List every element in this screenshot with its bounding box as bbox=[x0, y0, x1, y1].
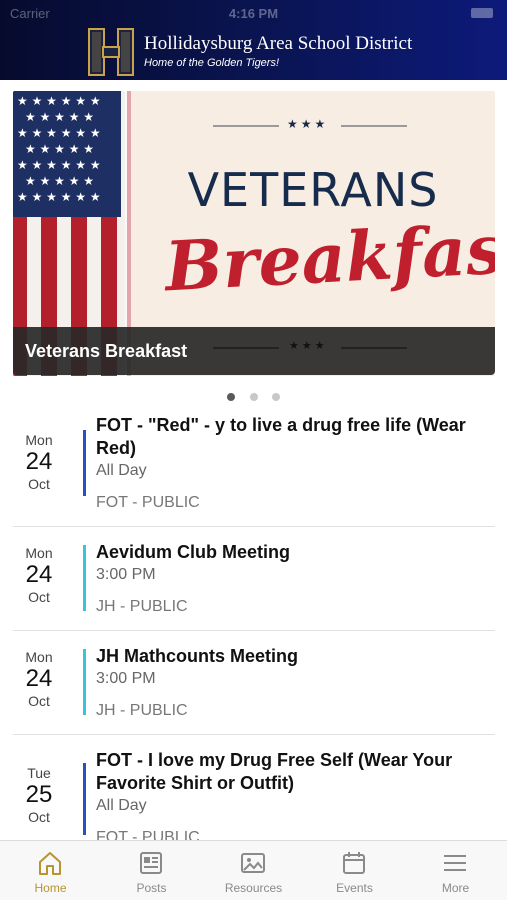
event-date: Mon 24 Oct bbox=[13, 649, 65, 709]
tab-home-label: Home bbox=[34, 881, 67, 895]
posts-icon bbox=[140, 852, 162, 874]
event-row[interactable]: Mon 24 Oct JH Mathcounts Meeting 3:00 PM… bbox=[13, 631, 495, 735]
school-logo bbox=[88, 28, 134, 76]
svg-text:★ ★ ★ ★ ★ ★: ★ ★ ★ ★ ★ ★ bbox=[17, 190, 101, 204]
event-weekday: Mon bbox=[25, 432, 53, 448]
event-row[interactable]: Mon 24 Oct FOT - "Red" - y to live a dru… bbox=[13, 404, 495, 527]
svg-text:★ ★ ★ ★ ★: ★ ★ ★ ★ ★ bbox=[25, 110, 94, 124]
calendar-color-bar bbox=[83, 430, 86, 496]
status-bar: Carrier 4:16 PM bbox=[0, 0, 507, 26]
event-time: All Day bbox=[96, 797, 147, 814]
event-title: FOT - I love my Drug Free Self (Wear You… bbox=[96, 750, 453, 793]
svg-text:★ ★ ★ ★ ★ ★: ★ ★ ★ ★ ★ ★ bbox=[17, 126, 101, 140]
event-calendar: JH - PUBLIC bbox=[96, 702, 188, 719]
more-icon bbox=[444, 855, 466, 871]
event-weekday: Tue bbox=[27, 765, 51, 781]
home-icon bbox=[39, 852, 61, 875]
tab-home[interactable]: Home bbox=[0, 841, 101, 900]
event-title: Aevidum Club Meeting bbox=[96, 542, 291, 562]
event-weekday: Mon bbox=[25, 545, 53, 561]
event-weekday: Mon bbox=[25, 649, 53, 665]
event-date: Mon 24 Oct bbox=[13, 432, 65, 492]
event-month: Oct bbox=[28, 589, 50, 605]
carousel-dot-2[interactable] bbox=[249, 393, 258, 401]
event-row[interactable]: Mon 24 Oct Aevidum Club Meeting 3:00 PM … bbox=[13, 527, 495, 631]
bottom-tab-bar: Home Posts Resources Events More bbox=[0, 840, 507, 900]
banner-heading: VETERANS bbox=[187, 163, 439, 217]
svg-text:★ ★ ★ ★ ★ ★: ★ ★ ★ ★ ★ ★ bbox=[17, 94, 101, 108]
calendar-color-bar bbox=[83, 649, 86, 715]
status-time: 4:16 PM bbox=[228, 6, 279, 21]
event-day: 24 bbox=[25, 665, 53, 692]
app-header: Carrier 4:16 PM Hollidaysburg Area Schoo… bbox=[0, 0, 507, 80]
resources-icon bbox=[241, 853, 265, 873]
banner-script-heading: Breakfast bbox=[163, 208, 495, 308]
caption-decorative-stars: ★★★ bbox=[289, 340, 328, 352]
tab-posts[interactable]: Posts bbox=[101, 841, 202, 900]
tab-resources[interactable]: Resources bbox=[203, 841, 304, 900]
battery-icon bbox=[471, 8, 493, 18]
event-time: 3:00 PM bbox=[96, 566, 156, 583]
event-day: 24 bbox=[25, 448, 53, 475]
events-icon bbox=[343, 852, 365, 874]
event-month: Oct bbox=[28, 693, 50, 709]
event-title: JH Mathcounts Meeting bbox=[96, 646, 299, 666]
featured-banner[interactable]: ★ ★ ★ ★ ★ ★ ★ ★ ★ ★ ★ ★ ★ ★ ★ ★ ★ ★ ★ ★ … bbox=[13, 91, 495, 376]
tab-more[interactable]: More bbox=[405, 841, 506, 900]
event-month: Oct bbox=[28, 476, 50, 492]
district-tagline: Home of the Golden Tigers! bbox=[144, 57, 280, 69]
event-calendar: JH - PUBLIC bbox=[96, 598, 188, 615]
event-day: 25 bbox=[25, 781, 53, 808]
event-day: 24 bbox=[25, 561, 53, 588]
svg-text:★ ★ ★ ★ ★: ★ ★ ★ ★ ★ bbox=[25, 142, 94, 156]
event-date: Mon 24 Oct bbox=[13, 545, 65, 605]
tab-more-label: More bbox=[441, 881, 470, 895]
carousel-dot-1[interactable] bbox=[227, 393, 236, 401]
svg-text:★ ★ ★ ★ ★: ★ ★ ★ ★ ★ bbox=[25, 174, 94, 188]
event-time: 3:00 PM bbox=[96, 670, 156, 687]
event-row[interactable]: Tue 25 Oct FOT - I love my Drug Free Sel… bbox=[13, 735, 495, 840]
event-calendar: FOT - PUBLIC bbox=[96, 494, 200, 511]
decorative-line-left bbox=[213, 125, 279, 127]
banner-caption: Veterans Breakfast bbox=[25, 341, 188, 361]
tab-resources-label: Resources bbox=[224, 881, 283, 895]
tab-events-label: Events bbox=[336, 881, 373, 895]
event-title: FOT - "Red" - y to live a drug free life… bbox=[96, 415, 466, 458]
event-calendar: FOT - PUBLIC bbox=[96, 829, 200, 840]
carousel-dot-3[interactable] bbox=[271, 393, 280, 401]
svg-text:★ ★ ★ ★ ★ ★: ★ ★ ★ ★ ★ ★ bbox=[17, 158, 101, 172]
event-time: All Day bbox=[96, 462, 147, 479]
calendar-color-bar bbox=[83, 763, 86, 835]
tab-events[interactable]: Events bbox=[304, 841, 405, 900]
carousel-dots[interactable] bbox=[0, 388, 507, 401]
decorative-stars: ★★★ bbox=[287, 117, 329, 131]
caption-decorative-line-left bbox=[213, 347, 279, 349]
district-title: Hollidaysburg Area School District bbox=[144, 33, 413, 54]
event-month: Oct bbox=[28, 809, 50, 825]
decorative-line-right bbox=[341, 125, 407, 127]
calendar-color-bar bbox=[83, 545, 86, 611]
tab-posts-label: Posts bbox=[136, 881, 167, 895]
event-date: Tue 25 Oct bbox=[13, 765, 65, 825]
caption-decorative-line-right bbox=[341, 347, 407, 349]
events-list[interactable]: Mon 24 Oct FOT - "Red" - y to live a dru… bbox=[0, 404, 507, 840]
